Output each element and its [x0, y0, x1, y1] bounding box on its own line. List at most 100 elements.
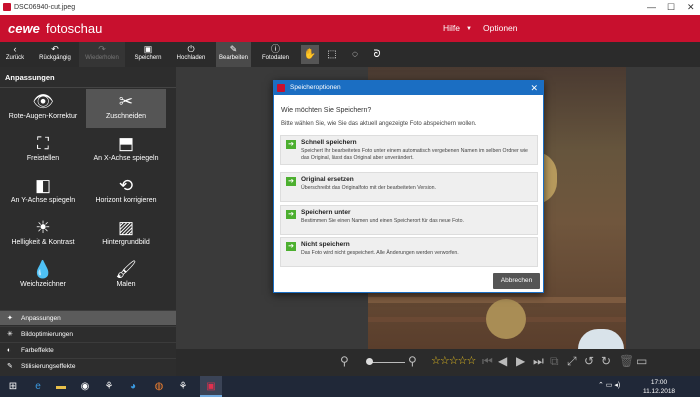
main-toolbar: ‹ Zurück ↶ Rückgängig ↷ Wiederholen ▣ Speich…: [0, 42, 700, 67]
tile-horizon[interactable]: ⟲ Horizont korrigieren: [86, 173, 166, 212]
app-header: cewe fotoschau Hilfe ▼ Optionen: [0, 15, 700, 42]
dialog-title: Speicheroptionen: [290, 84, 341, 91]
arrow-right-icon: ➔: [286, 210, 296, 219]
tile-crop[interactable]: ✂ Zuschneiden: [86, 89, 166, 128]
section-adjustments[interactable]: ✦ Anpassungen: [0, 310, 176, 325]
teddy-bear: [486, 299, 526, 339]
option-replace-original[interactable]: ➔ Original ersetzen Überschreibt das Ori…: [280, 172, 538, 202]
tray-icons[interactable]: ⌃ ▭ ◂): [598, 381, 620, 389]
close-icon[interactable]: ✕: [530, 81, 538, 95]
app-icon: [277, 84, 285, 92]
app-icon: [3, 3, 11, 11]
lasso-icon[interactable]: ᘐ: [368, 45, 386, 64]
section-color-effects[interactable]: ◐ Farbeffekte: [0, 342, 176, 357]
option-dont-save[interactable]: ➔ Nicht speichern Das Foto wird nicht ge…: [280, 237, 538, 267]
option-quick-save[interactable]: ➔ Schnell speichern Speichert Ihr bearbe…: [280, 135, 538, 165]
photodata-button[interactable]: ⓘ Fotodaten: [258, 42, 293, 67]
maximize-icon[interactable]: ☐: [667, 2, 675, 13]
undo-button[interactable]: ↶ Rückgängig: [35, 42, 75, 67]
zoom-slider[interactable]: [369, 362, 405, 363]
cup: [578, 329, 624, 349]
undo-icon: ↶: [51, 44, 59, 54]
section-optimizations[interactable]: ✳ Bildoptimierungen: [0, 326, 176, 341]
arrow-right-icon: ➔: [286, 177, 296, 186]
fotoschau-taskbar-icon[interactable]: ▣: [200, 376, 222, 397]
upload-button[interactable]: ⏻ Hochladen: [174, 42, 208, 67]
tile-red-eye[interactable]: 👁 Rote-Augen-Korrektur: [3, 89, 83, 128]
tile-mirror-x[interactable]: ⬒ An X-Achse spiegeln: [86, 131, 166, 170]
brush-icon: 🖌: [115, 260, 137, 279]
redo-icon: ↷: [98, 44, 106, 54]
delete-icon[interactable]: 🗑: [619, 354, 634, 368]
mirror-y-icon: ◧: [34, 176, 52, 195]
option-save-as[interactable]: ➔ Speichern unter Bestimmen Sie einen Na…: [280, 205, 538, 235]
section-stylize[interactable]: ✎ Stilisierungseffekte: [0, 358, 176, 373]
rect-select-icon[interactable]: ⬚: [323, 45, 341, 64]
save-button[interactable]: ▣ Speichern: [131, 42, 165, 67]
sidebar: Anpassungen 👁 Rote-Augen-Korrektur ✂ Zusch…: [0, 67, 176, 376]
save-icon: ▣: [143, 44, 153, 54]
close-icon[interactable]: ✕: [687, 2, 695, 13]
app-icon-5[interactable]: ⚘: [172, 376, 194, 397]
menu-help[interactable]: Hilfe: [443, 23, 460, 33]
firefox-icon[interactable]: ◍: [148, 376, 170, 397]
tile-paint[interactable]: 🖌 Malen: [86, 257, 166, 296]
clock[interactable]: 17:00 11.12.2018: [643, 378, 675, 396]
app-icon-4[interactable]: ◕: [122, 376, 144, 397]
cancel-button[interactable]: Abbrechen: [493, 273, 540, 289]
rating-stars[interactable]: ☆☆☆☆☆: [431, 354, 476, 367]
tile-brightness[interactable]: ☀ Helligkeit & Kontrast: [3, 215, 83, 254]
color-icon: ◐: [7, 347, 12, 354]
edit-icon: ✎: [229, 44, 238, 54]
zoom-slider-handle[interactable]: [366, 358, 373, 365]
explorer-icon[interactable]: ▬: [50, 376, 72, 397]
brightness-icon: ☀: [35, 218, 51, 237]
dialog-question: Wie möchten Sie Speichern?: [281, 107, 372, 114]
app-icon-2[interactable]: ◉: [74, 376, 96, 397]
tile-blur[interactable]: 💧 Weichzeichner: [3, 257, 83, 296]
bottom-bar: ⚲ ⚲ ☆☆☆☆☆ ⏮ ◀ ▶ ⏭ ⧉ ⤢ ↺ ↻ 🗑 ▭: [176, 349, 700, 376]
edit-button[interactable]: ✎ Bearbeiten: [216, 42, 251, 67]
hand-tool-icon[interactable]: ✋: [301, 45, 319, 64]
edge-icon[interactable]: e: [27, 376, 49, 397]
last-icon[interactable]: ⏭: [533, 354, 544, 369]
logo-product: fotoschau: [46, 21, 103, 36]
first-icon[interactable]: ⏮: [482, 354, 493, 369]
fullscreen-icon[interactable]: ⤢: [567, 354, 577, 369]
copy-icon[interactable]: ⧉: [550, 354, 559, 369]
tile-mirror-y[interactable]: ◧ An Y-Achse spiegeln: [3, 173, 83, 212]
info-icon: ⓘ: [270, 44, 280, 54]
cutout-icon: ⛶: [37, 134, 49, 153]
zoom-in-icon[interactable]: ⚲: [408, 354, 417, 368]
prev-icon[interactable]: ◀: [498, 354, 507, 368]
zoom-out-icon[interactable]: ⚲: [340, 354, 349, 368]
logo-brand: cewe: [8, 21, 40, 36]
sidebar-title: Anpassungen: [0, 67, 176, 88]
window-title: DSC06940-cut.jpeg: [14, 4, 76, 11]
arrow-right-icon: ➔: [286, 242, 296, 251]
arrow-left-icon: ‹: [13, 44, 17, 54]
ellipse-select-icon[interactable]: ◌: [346, 45, 364, 64]
upload-icon: ⏻: [187, 44, 195, 54]
rotate-left-icon[interactable]: ↺: [584, 354, 594, 368]
window-titlebar: DSC06940-cut.jpeg — ☐ ✕: [0, 0, 700, 15]
next-icon[interactable]: ▶: [516, 354, 525, 368]
compare-icon[interactable]: ▭: [636, 354, 647, 368]
drop-icon: 💧: [32, 260, 54, 279]
wand-icon: ✦: [7, 315, 13, 322]
redo-button[interactable]: ↷ Wiederholen: [79, 42, 125, 67]
windows-taskbar: ⊞ e ▬ ◉ ⚘ ◕ ◍ ⚘ ▣ ⌃ ▭ ◂) 17:00 11.12.2018: [0, 376, 700, 397]
rotate-right-icon[interactable]: ↻: [601, 354, 611, 368]
windows-start-icon[interactable]: ⊞: [2, 376, 24, 397]
tile-cutout[interactable]: ⛶ Freistellen: [3, 131, 83, 170]
menu-options[interactable]: Optionen: [483, 23, 518, 33]
app-icon-3[interactable]: ⚘: [98, 376, 120, 397]
eye-icon: 👁: [32, 92, 54, 111]
image-icon: ▨: [117, 218, 135, 237]
chevron-down-icon[interactable]: ▼: [466, 26, 472, 32]
tile-background[interactable]: ▨ Hintergrundbild: [86, 215, 166, 254]
minimize-icon[interactable]: —: [647, 2, 656, 12]
scissors-icon: ✂: [118, 92, 134, 111]
back-button[interactable]: ‹ Zurück: [3, 42, 27, 67]
stylize-icon: ✎: [7, 363, 13, 370]
